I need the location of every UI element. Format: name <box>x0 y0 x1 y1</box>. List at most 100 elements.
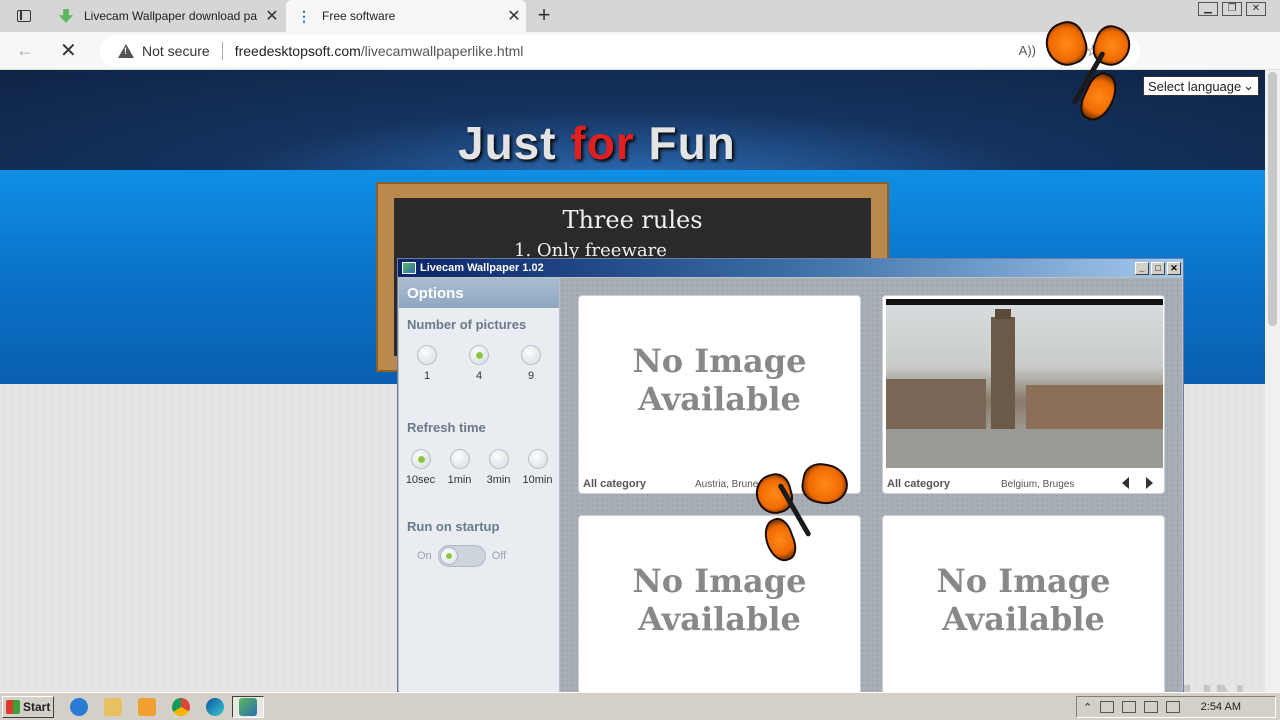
tab-title: Livecam Wallpaper download pa <box>84 9 257 23</box>
camera-card[interactable]: No Image Available <box>882 515 1165 695</box>
toggle-off-label: Off <box>491 550 507 562</box>
page-scrollbar[interactable] <box>1265 70 1280 692</box>
refresh-option-10sec[interactable]: 10sec <box>401 449 440 486</box>
tray-app-icon[interactable] <box>1100 701 1115 713</box>
previous-camera-icon[interactable] <box>1122 477 1129 489</box>
card-location: Belgium, Bruges <box>1001 479 1075 490</box>
tab-livecam-download[interactable]: Livecam Wallpaper download pa ✕ <box>48 0 284 32</box>
radio-button[interactable] <box>417 345 437 365</box>
radio-button-selected[interactable] <box>469 345 489 365</box>
tab-title: Free software <box>322 9 396 23</box>
butterfly-decoration <box>1039 16 1136 130</box>
pictures-option-9[interactable]: 9 <box>505 345 557 382</box>
webcam-image <box>886 299 1163 468</box>
pictures-option-4[interactable]: 4 <box>453 345 505 382</box>
refresh-option-10min[interactable]: 10min <box>518 449 557 486</box>
tab-actions-button[interactable] <box>8 4 40 28</box>
window-controls: ▁ ❐ ✕ <box>1198 2 1266 16</box>
network-icon[interactable] <box>1144 701 1159 713</box>
new-tab-button[interactable]: + <box>532 4 556 28</box>
url-path: /livecamwallpaperlike.html <box>360 43 524 59</box>
minimize-window-button[interactable]: ▁ <box>1198 2 1218 16</box>
loading-dots-icon: ⋮ <box>297 8 311 24</box>
title-part-red: for <box>570 117 635 169</box>
radio-label: 4 <box>475 370 483 382</box>
flag-icon[interactable] <box>1166 701 1181 713</box>
radio-label: 10min <box>522 474 553 486</box>
options-heading: Options <box>399 278 559 308</box>
close-tab-icon[interactable]: ✕ <box>260 6 284 26</box>
card-category: All category <box>887 478 950 490</box>
refresh-label: Refresh time <box>407 420 486 435</box>
next-camera-icon[interactable] <box>1146 477 1153 489</box>
title-part: Just <box>458 117 571 169</box>
board-title: Three rules <box>562 206 703 234</box>
chrome-icon[interactable] <box>172 698 190 716</box>
title-part: Fun <box>634 117 736 169</box>
radio-button[interactable] <box>527 449 548 469</box>
startup-toggle[interactable] <box>437 545 486 567</box>
language-select-value: Select language <box>1148 78 1242 94</box>
startup-toggle-row: On Off <box>399 545 559 567</box>
chevron-up-icon[interactable]: ⌃ <box>1083 701 1092 714</box>
pictures-label: Number of pictures <box>407 317 527 332</box>
toggle-knob[interactable] <box>439 547 458 565</box>
no-image-placeholder: No Image Available <box>632 562 807 638</box>
volume-icon[interactable] <box>1122 701 1137 713</box>
refresh-option-3min[interactable]: 3min <box>479 449 518 486</box>
radio-button[interactable] <box>449 449 470 469</box>
livecam-taskbar-button[interactable] <box>232 696 264 718</box>
app-titlebar[interactable]: Livecam Wallpaper 1.02 _ □ ✕ <box>398 259 1183 277</box>
system-tray: ⌃ 2:54 AM <box>1076 696 1276 718</box>
radio-button-selected[interactable] <box>410 449 431 469</box>
media-player-icon[interactable] <box>138 698 156 716</box>
app-title: Livecam Wallpaper 1.02 <box>420 262 544 274</box>
refresh-option-1min[interactable]: 1min <box>440 449 479 486</box>
pictures-options: 1 4 9 <box>399 345 559 382</box>
pictures-option-1[interactable]: 1 <box>401 345 453 382</box>
warning-icon <box>118 44 134 58</box>
tab-free-software[interactable]: ⋮ Free software ✕ <box>286 0 526 32</box>
livecam-app-icon <box>239 698 257 716</box>
read-aloud-icon[interactable]: A)) <box>1019 43 1036 58</box>
back-button[interactable]: ← <box>16 40 34 61</box>
stop-loading-button[interactable]: ✕ <box>60 38 77 63</box>
radio-label: 1 <box>423 370 431 382</box>
close-window-button[interactable]: ✕ <box>1246 2 1266 16</box>
security-label: Not secure <box>142 43 210 59</box>
clock[interactable]: 2:54 AM <box>1201 701 1241 713</box>
options-sidebar: Options Number of pictures 1 4 9 Refresh… <box>399 278 560 692</box>
restore-window-button[interactable]: ❐ <box>1222 2 1242 16</box>
radio-label: 1min <box>447 474 472 486</box>
app-minimize-button[interactable]: _ <box>1135 261 1149 275</box>
radio-button[interactable] <box>488 449 509 469</box>
scrollbar-thumb[interactable] <box>1268 72 1277 326</box>
radio-label: 3min <box>486 474 511 486</box>
app-icon <box>402 262 416 274</box>
divider <box>221 42 223 60</box>
app-close-button[interactable]: ✕ <box>1167 261 1181 275</box>
internet-explorer-icon[interactable] <box>70 698 88 716</box>
camera-card[interactable]: All category Belgium, Bruges <box>882 295 1165 494</box>
download-icon <box>58 8 74 24</box>
startup-label: Run on startup <box>407 519 500 534</box>
url-text[interactable]: freedesktopsoft.com/livecamwallpaperlike… <box>235 43 524 59</box>
file-explorer-icon[interactable] <box>104 698 122 716</box>
start-button[interactable]: Start <box>2 696 54 718</box>
chevron-down-icon: ⌄ <box>1243 78 1254 93</box>
tab-actions-icon <box>17 10 31 22</box>
toggle-on-label: On <box>417 550 432 562</box>
start-label: Start <box>23 700 51 714</box>
windows-logo-icon <box>6 700 20 714</box>
app-maximize-button[interactable]: □ <box>1151 261 1165 275</box>
edge-icon[interactable] <box>206 698 224 716</box>
site-title: Just for Fun <box>458 116 736 170</box>
radio-label: 10sec <box>405 474 436 486</box>
card-category: All category <box>583 478 646 490</box>
butterfly-decoration <box>751 460 852 566</box>
language-select[interactable]: Select language ⌄ <box>1143 76 1259 96</box>
no-image-placeholder: No Image Available <box>936 562 1111 638</box>
address-bar[interactable]: Not secure freedesktopsoft.com/livecamwa… <box>100 35 1140 67</box>
radio-button[interactable] <box>521 345 541 365</box>
close-tab-icon[interactable]: ✕ <box>502 6 526 26</box>
